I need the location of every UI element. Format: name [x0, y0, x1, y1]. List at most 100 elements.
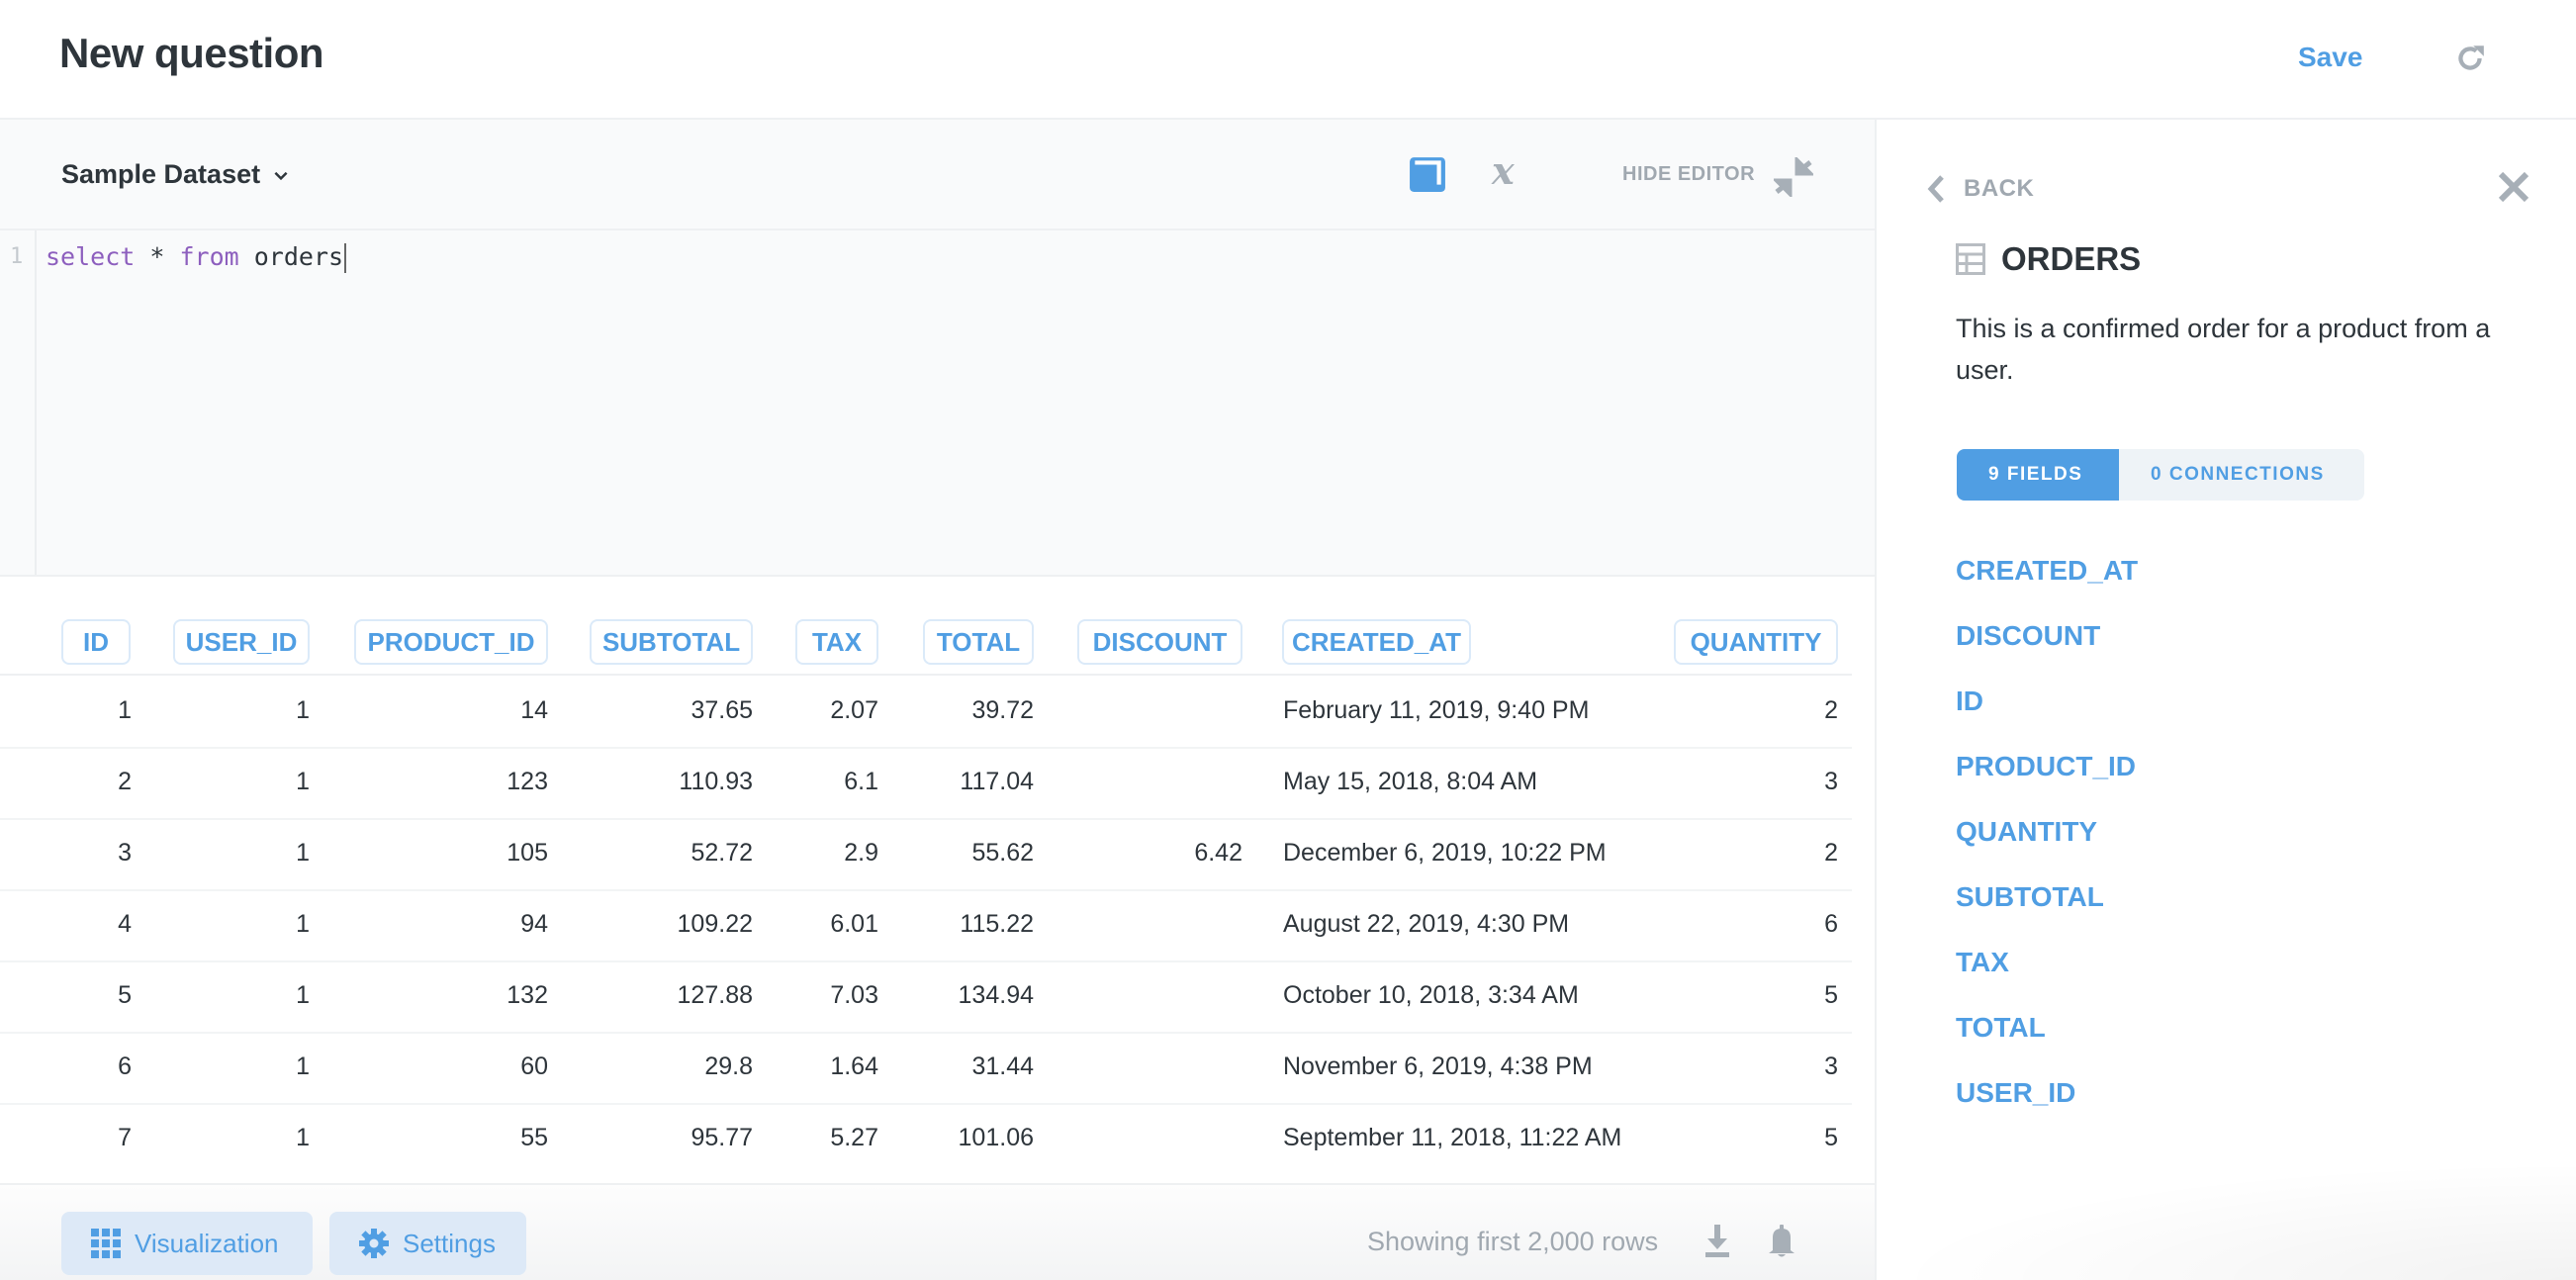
refresh-icon[interactable] [2453, 42, 2487, 75]
table-cell-id[interactable]: 3 [118, 839, 132, 868]
field-item-discount[interactable]: DISCOUNT [1956, 620, 2138, 686]
table-cell-product-id[interactable]: 60 [520, 1052, 548, 1081]
table-cell-id[interactable]: 1 [118, 696, 132, 725]
table-cell-created-at[interactable]: February 11, 2019, 9:40 PM [1283, 696, 1589, 725]
table-cell-created-at[interactable]: November 6, 2019, 4:38 PM [1283, 1052, 1593, 1081]
table-cell-total[interactable]: 134.94 [959, 981, 1034, 1010]
table-cell-id[interactable]: 6 [118, 1052, 132, 1081]
table-cell-id[interactable]: 5 [118, 981, 132, 1010]
table-cell-subtotal[interactable]: 95.77 [690, 1124, 753, 1152]
table-cell-user-id[interactable]: 1 [296, 839, 310, 868]
table-cell-subtotal[interactable]: 37.65 [690, 696, 753, 725]
field-item-user-id[interactable]: USER_ID [1956, 1077, 2138, 1143]
table-cell-subtotal[interactable]: 29.8 [704, 1052, 753, 1081]
table-row: 6 1 60 29.8 1.64 31.44 November 6, 2019, 4:38 … [0, 1034, 1852, 1105]
sql-editor[interactable]: 1 select * from orders [0, 230, 1876, 577]
table-cell-quantity[interactable]: 2 [1824, 839, 1838, 868]
table-cell-created-at[interactable]: December 6, 2019, 10:22 PM [1283, 839, 1607, 868]
table-cell-subtotal[interactable]: 52.72 [690, 839, 753, 868]
table-cell-quantity[interactable]: 3 [1824, 768, 1838, 796]
column-header-subtotal[interactable]: SUBTOTAL [590, 619, 753, 665]
settings-button[interactable]: Settings [329, 1212, 526, 1275]
tab-connections[interactable]: 0 CONNECTIONS [2119, 449, 2364, 501]
sql-code[interactable]: select * from orders [46, 242, 347, 273]
table-cell-quantity[interactable]: 2 [1824, 696, 1838, 725]
table-cell-product-id[interactable]: 14 [520, 696, 548, 725]
table-cell-total[interactable]: 31.44 [971, 1052, 1034, 1081]
table-cell-quantity[interactable]: 6 [1824, 910, 1838, 939]
table-cell-tax[interactable]: 6.01 [830, 910, 878, 939]
close-icon[interactable] [2497, 170, 2530, 204]
visualization-button[interactable]: Visualization [61, 1212, 313, 1275]
table-cell-product-id[interactable]: 105 [506, 839, 548, 868]
column-header-quantity[interactable]: QUANTITY [1674, 619, 1838, 665]
column-header-tax[interactable]: TAX [795, 619, 878, 665]
back-label: BACK [1964, 175, 2035, 202]
table-cell-total[interactable]: 101.06 [959, 1124, 1034, 1152]
table-cell-quantity[interactable]: 5 [1824, 981, 1838, 1010]
field-item-tax[interactable]: TAX [1956, 947, 2138, 1012]
back-button[interactable]: BACK [1926, 174, 2034, 204]
table-cell-quantity[interactable]: 5 [1824, 1124, 1838, 1152]
table-cell-product-id[interactable]: 55 [520, 1124, 548, 1152]
table-cell-total[interactable]: 39.72 [971, 696, 1034, 725]
table-row: 3 1 105 52.72 2.9 55.62 6.42 December 6, 2019, … [0, 820, 1852, 891]
table-cell-total[interactable]: 115.22 [960, 910, 1034, 939]
table-cell-created-at[interactable]: September 11, 2018, 11:22 AM [1283, 1124, 1621, 1152]
column-header-id[interactable]: ID [61, 619, 131, 665]
table-cell-user-id[interactable]: 1 [296, 1124, 310, 1152]
download-icon[interactable] [1703, 1225, 1731, 1258]
contract-icon[interactable] [1774, 157, 1813, 197]
field-item-quantity[interactable]: QUANTITY [1956, 816, 2138, 881]
table-cell-subtotal[interactable]: 127.88 [678, 981, 753, 1010]
tab-fields[interactable]: 9 FIELDS [1957, 449, 2119, 501]
table-cell-user-id[interactable]: 1 [296, 768, 310, 796]
column-header-user-id[interactable]: USER_ID [173, 619, 310, 665]
variable-x-icon[interactable]: x [1490, 152, 1529, 192]
column-header-product-id[interactable]: PRODUCT_ID [354, 619, 548, 665]
table-cell-user-id[interactable]: 1 [296, 696, 310, 725]
table-cell-tax[interactable]: 6.1 [844, 768, 878, 796]
table-name: ORDERS [2001, 240, 2142, 277]
table-cell-created-at[interactable]: May 15, 2018, 8:04 AM [1283, 768, 1537, 796]
table-cell-quantity[interactable]: 3 [1824, 1052, 1838, 1081]
hide-editor-button[interactable]: HIDE EDITOR [1622, 163, 1755, 186]
save-button[interactable]: Save [2298, 42, 2362, 73]
column-header-discount[interactable]: DISCOUNT [1077, 619, 1242, 665]
table-cell-discount[interactable]: 6.42 [1194, 839, 1242, 868]
table-cell-product-id[interactable]: 123 [506, 768, 548, 796]
table-cell-tax[interactable]: 2.07 [830, 696, 878, 725]
table-cell-total[interactable]: 117.04 [960, 768, 1034, 796]
database-name: Sample Dataset [61, 159, 261, 189]
database-picker[interactable]: Sample Dataset [61, 159, 290, 190]
table-cell-tax[interactable]: 7.03 [830, 981, 878, 1010]
field-item-product-id[interactable]: PRODUCT_ID [1956, 751, 2138, 816]
field-item-total[interactable]: TOTAL [1956, 1012, 2138, 1077]
field-item-subtotal[interactable]: SUBTOTAL [1956, 881, 2138, 947]
table-cell-user-id[interactable]: 1 [296, 981, 310, 1010]
table-cell-id[interactable]: 2 [118, 768, 132, 796]
book-icon[interactable] [1409, 154, 1446, 192]
field-item-created-at[interactable]: CREATED_AT [1956, 555, 2138, 620]
table-cell-tax[interactable]: 2.9 [844, 839, 878, 868]
table-cell-tax[interactable]: 5.27 [830, 1124, 878, 1152]
bell-icon[interactable] [1766, 1225, 1797, 1258]
table-header: ID USER_ID PRODUCT_ID SUBTOTAL TAX TOTAL DISCO… [0, 579, 1852, 676]
table-cell-user-id[interactable]: 1 [296, 1052, 310, 1081]
table-cell-total[interactable]: 55.62 [971, 839, 1034, 868]
gear-icon [359, 1229, 389, 1258]
field-item-id[interactable]: ID [1956, 686, 2138, 751]
table-cell-id[interactable]: 7 [118, 1124, 132, 1152]
column-header-total[interactable]: TOTAL [923, 619, 1034, 665]
table-cell-created-at[interactable]: October 10, 2018, 3:34 AM [1283, 981, 1579, 1010]
table-cell-id[interactable]: 4 [118, 910, 132, 939]
column-header-created-at[interactable]: CREATED_AT [1282, 619, 1471, 665]
table-cell-subtotal[interactable]: 109.22 [678, 910, 753, 939]
table-cell-subtotal[interactable]: 110.93 [679, 768, 753, 796]
table-cell-product-id[interactable]: 132 [506, 981, 548, 1010]
table-cell-user-id[interactable]: 1 [296, 910, 310, 939]
table-cell-tax[interactable]: 1.64 [830, 1052, 878, 1081]
table-cell-product-id[interactable]: 94 [520, 910, 548, 939]
table-cell-created-at[interactable]: August 22, 2019, 4:30 PM [1283, 910, 1569, 939]
results-footer: Visualization Settings Showing first 2,0… [0, 1183, 1876, 1280]
